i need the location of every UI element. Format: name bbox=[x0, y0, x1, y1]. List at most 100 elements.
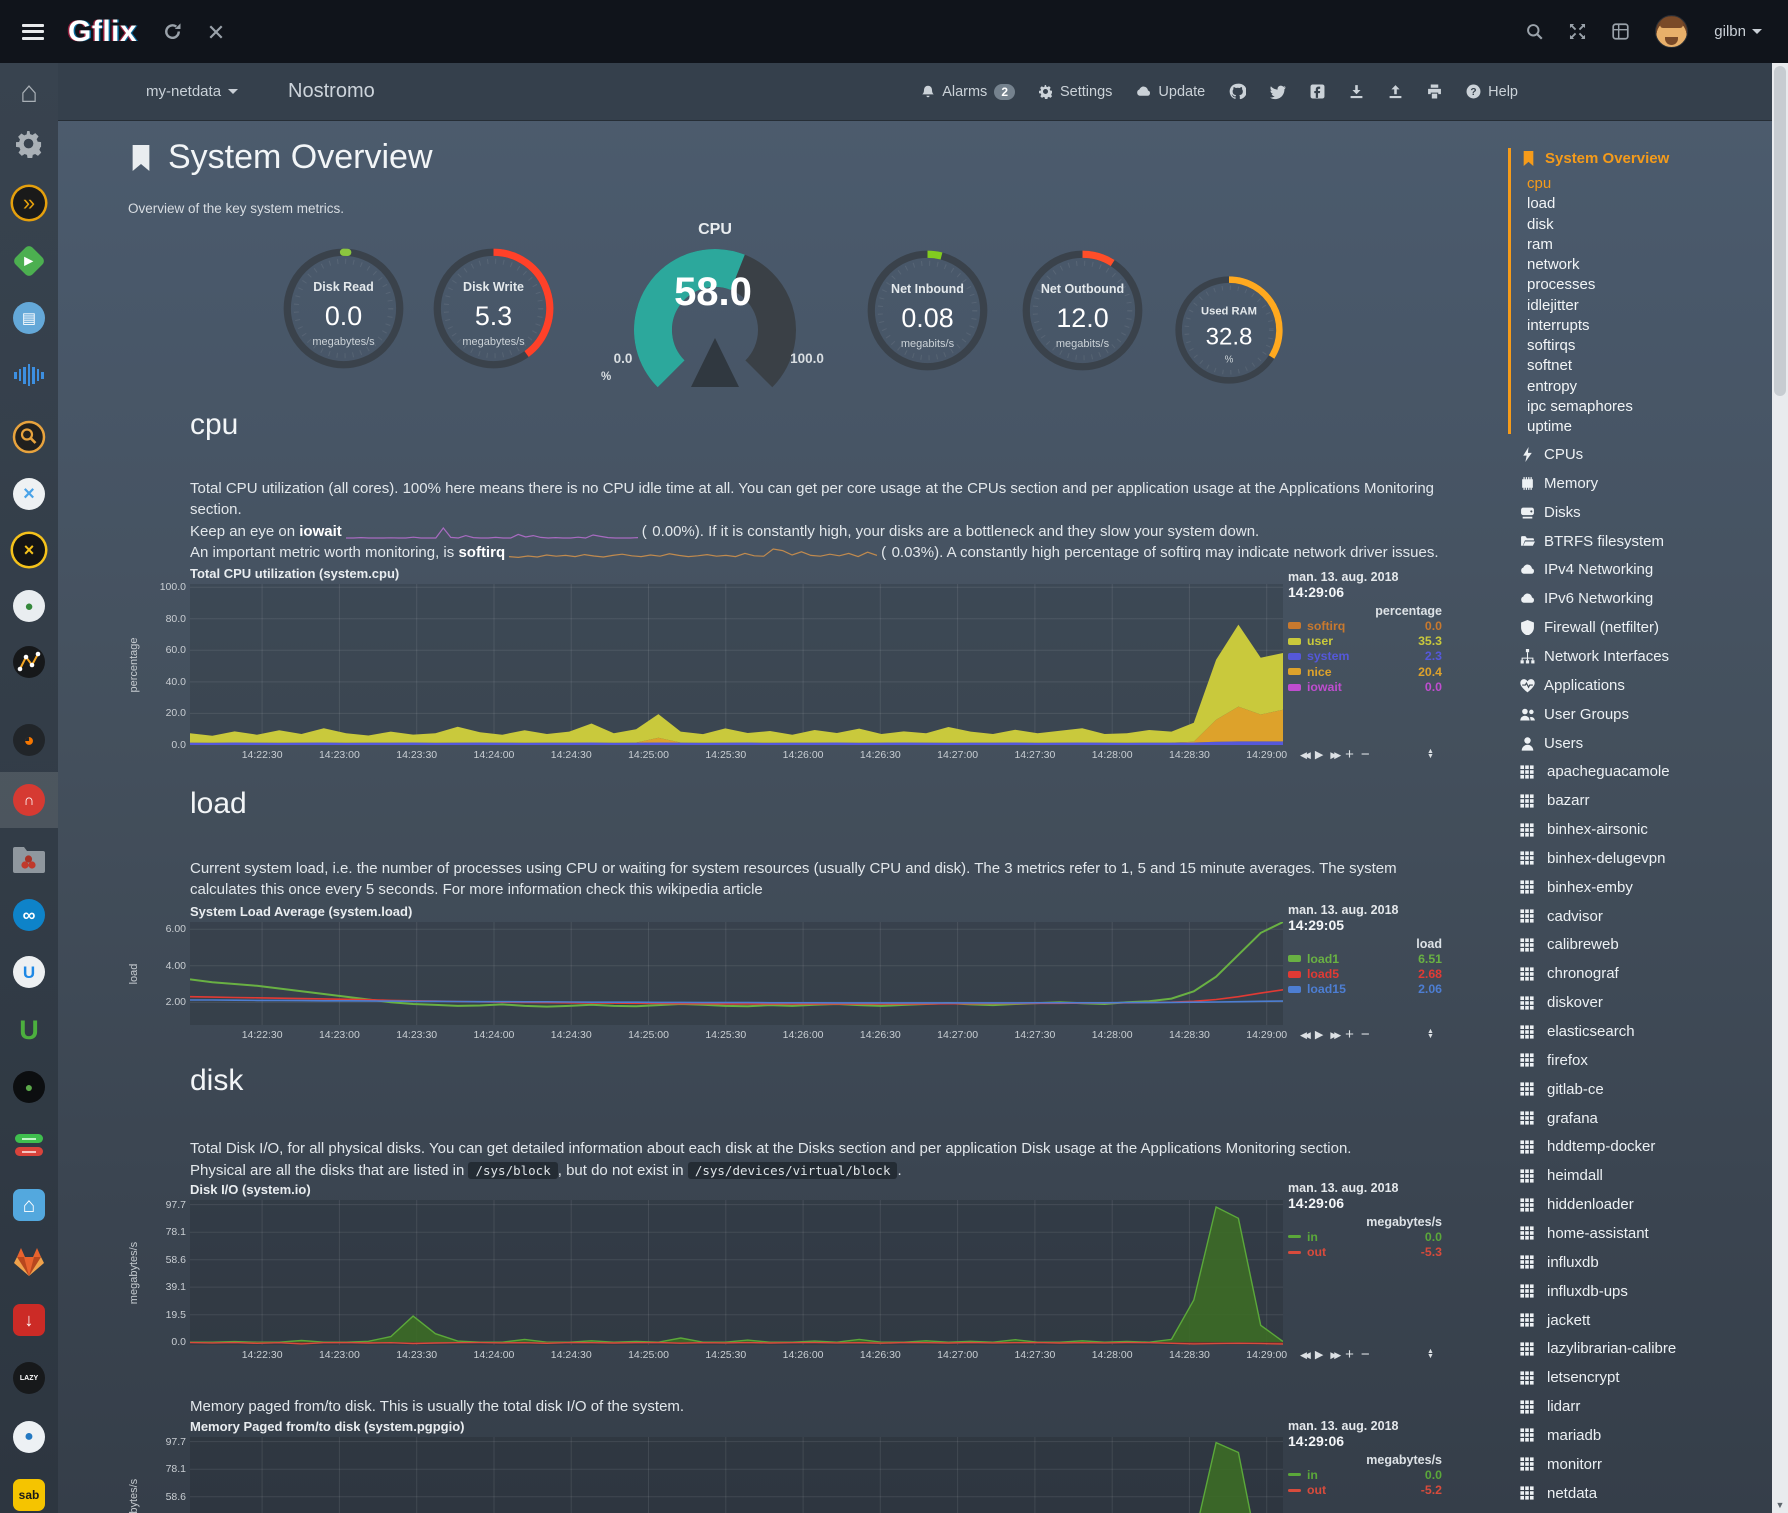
legend-row-iowait[interactable]: iowait0.0 bbox=[1288, 680, 1442, 695]
legend-row-load15[interactable]: load152.06 bbox=[1288, 982, 1442, 997]
grafana-app-icon[interactable]: ◕ bbox=[0, 712, 58, 768]
menu-section-disks[interactable]: Disks bbox=[1519, 504, 1581, 521]
legend-row-out[interactable]: out-5.3 bbox=[1288, 1244, 1442, 1259]
menu-item-softirqs[interactable]: softirqs bbox=[1527, 336, 1575, 356]
openeats-app-icon[interactable]: ● bbox=[0, 1059, 58, 1115]
home-assistant-app-icon[interactable]: ⌂ bbox=[0, 1177, 58, 1233]
menu-app-jackett[interactable]: jackett bbox=[1519, 1312, 1590, 1329]
menu-item-ipc-semaphores[interactable]: ipc semaphores bbox=[1527, 397, 1633, 417]
chart-resize-handle-system-load[interactable]: ▲▼ bbox=[1427, 1029, 1434, 1039]
legend-row-load1[interactable]: load16.51 bbox=[1288, 951, 1442, 966]
menu-app-gitlab-ce[interactable]: gitlab-ce bbox=[1519, 1081, 1604, 1098]
gauge-net-inbound[interactable]: Net Inbound0.08megabits/s bbox=[865, 248, 990, 373]
nextcloud-app-icon[interactable]: ∞ bbox=[0, 887, 58, 943]
forward-icon[interactable]: ▶▶ bbox=[1330, 1026, 1338, 1044]
unraid-app-icon[interactable]: U bbox=[0, 1002, 58, 1058]
legend-row-user[interactable]: user35.3 bbox=[1288, 633, 1442, 648]
krusader-app-icon[interactable] bbox=[0, 832, 58, 888]
menu-app-cadvisor[interactable]: cadvisor bbox=[1519, 908, 1603, 925]
menu-section-users[interactable]: Users bbox=[1519, 735, 1583, 752]
menu-section-network-interfaces[interactable]: Network Interfaces bbox=[1519, 648, 1669, 665]
menu-app-monitorr[interactable]: monitorr bbox=[1519, 1456, 1602, 1473]
zoom-out-icon[interactable]: − bbox=[1361, 1026, 1370, 1044]
legend-row-load5[interactable]: load52.68 bbox=[1288, 966, 1442, 981]
menu-section-memory[interactable]: Memory bbox=[1519, 475, 1598, 492]
zoom-in-icon[interactable]: + bbox=[1345, 1026, 1354, 1044]
chart-plot-system-io[interactable] bbox=[190, 1200, 1283, 1345]
search-icon[interactable] bbox=[1526, 23, 1543, 40]
plex-app-icon[interactable]: » bbox=[0, 175, 58, 231]
menu-item-load[interactable]: load bbox=[1527, 194, 1555, 214]
host-dropdown[interactable]: my-netdata bbox=[146, 83, 238, 100]
zoom-in-icon[interactable]: + bbox=[1345, 746, 1354, 764]
menu-item-entropy[interactable]: entropy bbox=[1527, 377, 1577, 397]
deluge-app-icon[interactable]: ● bbox=[0, 578, 58, 634]
menu-app-influxdb-ups[interactable]: influxdb-ups bbox=[1519, 1283, 1628, 1300]
menu-app-letsencrypt[interactable]: letsencrypt bbox=[1519, 1369, 1620, 1386]
facebook-button[interactable] bbox=[1310, 84, 1325, 99]
menu-app-apacheguacamole[interactable]: apacheguacamole bbox=[1519, 763, 1670, 780]
twitter-button[interactable] bbox=[1270, 84, 1286, 100]
menu-section-firewall-netfilter-[interactable]: Firewall (netfilter) bbox=[1519, 619, 1659, 636]
menu-section-applications[interactable]: Applications bbox=[1519, 677, 1625, 694]
menu-section-btrfs-filesystem[interactable]: BTRFS filesystem bbox=[1519, 533, 1664, 550]
update-button[interactable]: Update bbox=[1136, 84, 1205, 100]
gauge-used-ram[interactable]: Used RAM32.8% bbox=[1173, 274, 1285, 386]
monitorr-app-icon[interactable] bbox=[0, 1117, 58, 1173]
play-icon[interactable]: ▶ bbox=[1315, 1346, 1323, 1364]
gitlab-app-icon[interactable] bbox=[0, 1234, 58, 1290]
settings-button[interactable]: Settings bbox=[1039, 84, 1112, 100]
backward-icon[interactable]: ◀◀ bbox=[1300, 746, 1308, 764]
menu-section-cpus[interactable]: CPUs bbox=[1519, 446, 1583, 463]
menu-app-binhex-delugevpn[interactable]: binhex-delugevpn bbox=[1519, 850, 1665, 867]
menu-app-heimdall[interactable]: heimdall bbox=[1519, 1167, 1603, 1184]
airsonic-app-icon[interactable] bbox=[0, 347, 58, 403]
print-button[interactable] bbox=[1427, 84, 1442, 99]
backward-icon[interactable]: ◀◀ bbox=[1300, 1026, 1308, 1044]
menu-app-home-assistant[interactable]: home-assistant bbox=[1519, 1225, 1649, 1242]
menu-item-network[interactable]: network bbox=[1527, 255, 1580, 275]
netdata-app-icon[interactable]: ∩ bbox=[0, 772, 58, 828]
zoom-in-icon[interactable]: + bbox=[1345, 1346, 1354, 1364]
menu-app-calibreweb[interactable]: calibreweb bbox=[1519, 936, 1619, 953]
scrollbar-down-arrow[interactable]: ▼ bbox=[1772, 1500, 1788, 1510]
menu-app-hddtemp-docker[interactable]: hddtemp-docker bbox=[1519, 1138, 1655, 1155]
gauge-disk-write[interactable]: Disk Write5.3megabytes/s bbox=[431, 246, 556, 371]
wikipedia-link[interactable]: this wikipedia article bbox=[629, 881, 762, 898]
menu-item-disk[interactable]: disk bbox=[1527, 215, 1554, 235]
menu-app-mariadb[interactable]: mariadb bbox=[1519, 1427, 1601, 1444]
unifi-app-icon[interactable]: U bbox=[0, 944, 58, 1000]
ombi-app-icon[interactable]: × bbox=[0, 466, 58, 522]
menu-app-bazarr[interactable]: bazarr bbox=[1519, 792, 1590, 809]
youtube-dl-app-icon[interactable]: ↓ bbox=[0, 1292, 58, 1348]
menu-section-user-groups[interactable]: User Groups bbox=[1519, 706, 1629, 723]
scrollbar-thumb[interactable] bbox=[1774, 66, 1786, 396]
vertical-scrollbar[interactable]: ▼ bbox=[1772, 63, 1788, 1513]
help-button[interactable]: ? Help bbox=[1466, 84, 1518, 100]
menu-item-processes[interactable]: processes bbox=[1527, 275, 1595, 295]
ubooquity-app-icon[interactable]: ▤ bbox=[0, 290, 58, 346]
legend-row-softirq[interactable]: softirq0.0 bbox=[1288, 618, 1442, 633]
menu-app-chronograf[interactable]: chronograf bbox=[1519, 965, 1619, 982]
menu-app-elasticsearch[interactable]: elasticsearch bbox=[1519, 1023, 1635, 1040]
menu-app-lazylibrarian-calibre[interactable]: lazylibrarian-calibre bbox=[1519, 1340, 1676, 1357]
menu-app-netdata[interactable]: netdata bbox=[1519, 1485, 1597, 1502]
menu-item-softnet[interactable]: softnet bbox=[1527, 356, 1572, 376]
menu-app-binhex-airsonic[interactable]: binhex-airsonic bbox=[1519, 821, 1648, 838]
menu-item-cpu[interactable]: cpu bbox=[1527, 174, 1551, 194]
chart-resize-handle-system-io[interactable]: ▲▼ bbox=[1427, 1349, 1434, 1359]
github-button[interactable] bbox=[1229, 83, 1246, 100]
sabnzbd-app-icon[interactable]: sab bbox=[0, 1467, 58, 1513]
menu-app-influxdb[interactable]: influxdb bbox=[1519, 1254, 1599, 1271]
menu-app-diskover[interactable]: diskover bbox=[1519, 994, 1603, 1011]
legend-row-in[interactable]: in0.0 bbox=[1288, 1229, 1442, 1244]
export-button[interactable] bbox=[1388, 84, 1403, 99]
import-button[interactable] bbox=[1349, 84, 1364, 99]
chart-resize-handle-system-cpu[interactable]: ▲▼ bbox=[1427, 749, 1434, 759]
alarms-button[interactable]: Alarms 2 bbox=[921, 84, 1015, 100]
backward-icon[interactable]: ◀◀ bbox=[1300, 1346, 1308, 1364]
settings-app-icon[interactable] bbox=[0, 116, 58, 172]
user-menu[interactable]: gilbn bbox=[1714, 23, 1762, 40]
legend-row-out[interactable]: out-5.2 bbox=[1288, 1482, 1442, 1497]
play-icon[interactable]: ▶ bbox=[1315, 746, 1323, 764]
